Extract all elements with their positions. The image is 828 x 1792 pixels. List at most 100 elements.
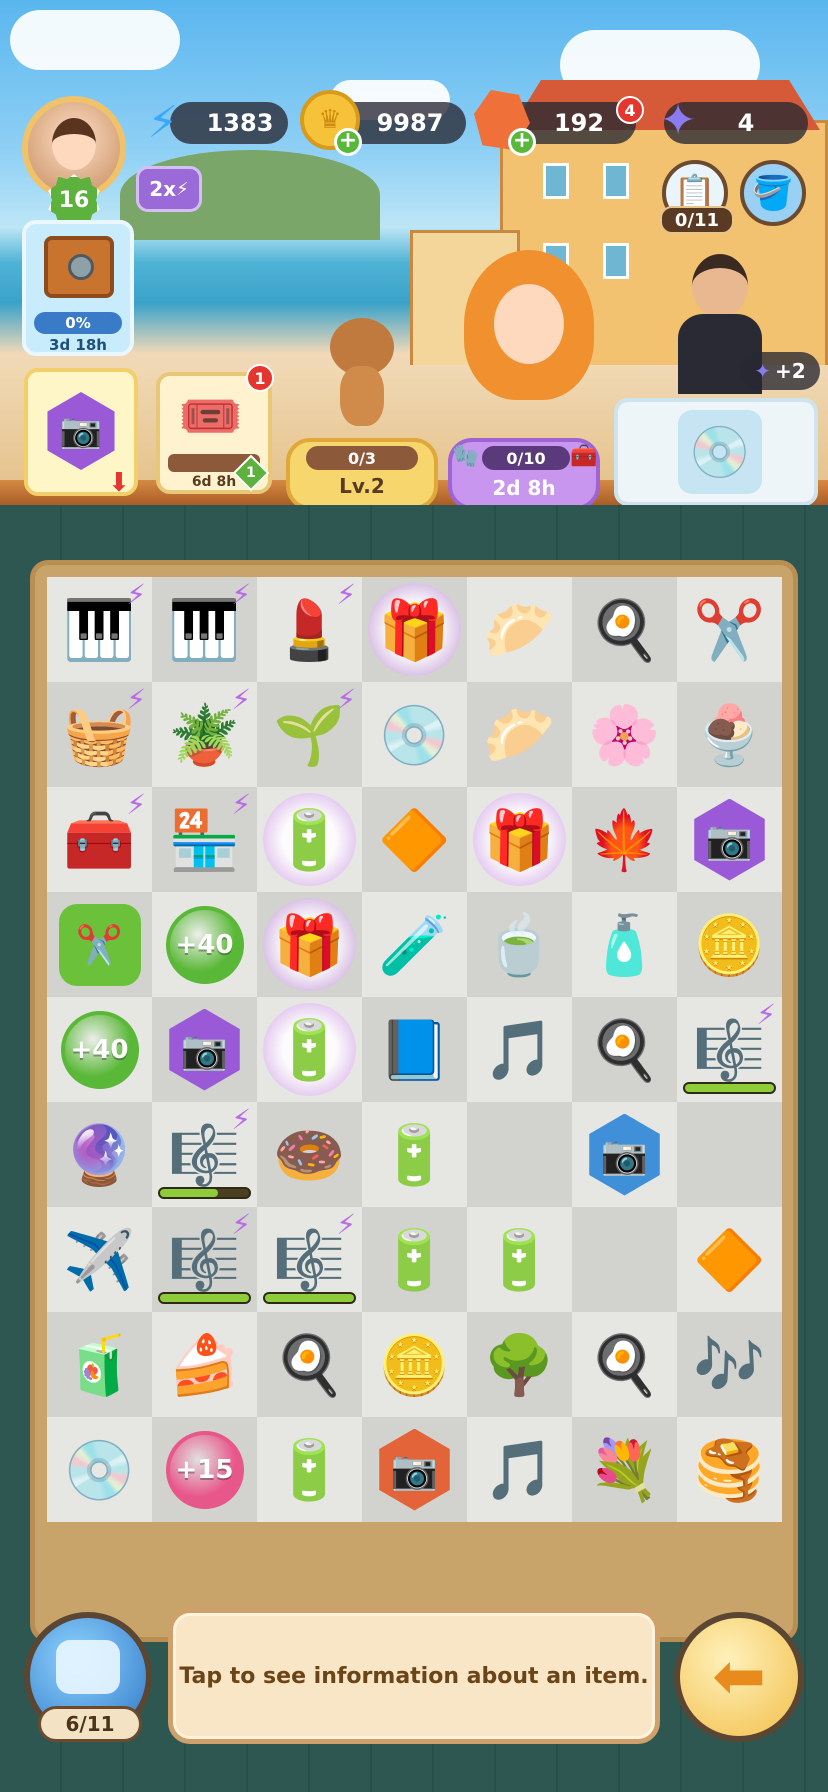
board-cell[interactable]: 🔶 bbox=[677, 1207, 782, 1312]
board-cell[interactable]: 🎁 bbox=[467, 787, 572, 892]
board-cell[interactable]: 🪙 bbox=[362, 1312, 467, 1417]
board-cell[interactable]: 🌸 bbox=[572, 682, 677, 787]
gloves-icon: 🧤 bbox=[452, 444, 480, 469]
board-cell[interactable]: 🧺 ⚡ bbox=[47, 682, 152, 787]
board-cell[interactable] bbox=[677, 1102, 782, 1207]
board-cell[interactable]: 🧪 bbox=[362, 892, 467, 997]
generator-bolt-icon: ⚡ bbox=[231, 578, 251, 611]
board-cell[interactable]: 🍳 bbox=[572, 1312, 677, 1417]
board-cell[interactable]: ✈️ bbox=[47, 1207, 152, 1312]
board-cell[interactable]: 🧃 bbox=[47, 1312, 152, 1417]
energy-boost-button[interactable]: 2x ⚡ bbox=[136, 166, 202, 212]
board-cell[interactable]: 🥞 bbox=[677, 1417, 782, 1522]
inventory-count: 6/11 bbox=[38, 1706, 142, 1742]
board-cell[interactable]: 🎶 bbox=[677, 1312, 782, 1417]
add-coins-button[interactable]: + bbox=[334, 128, 362, 156]
board-cell[interactable]: ✂️ bbox=[677, 577, 782, 682]
board-cell[interactable]: +40 bbox=[152, 892, 257, 997]
board-cell[interactable]: 🍁 bbox=[572, 787, 677, 892]
board-cell[interactable]: 🌱 ⚡ bbox=[257, 682, 362, 787]
board-cell[interactable]: 🎼 ⚡ bbox=[152, 1102, 257, 1207]
board-cell[interactable]: 💄 ⚡ bbox=[257, 577, 362, 682]
board-cell[interactable]: 📷 bbox=[362, 1417, 467, 1522]
girl-character[interactable] bbox=[454, 250, 604, 440]
board-cell[interactable]: +40 bbox=[47, 997, 152, 1102]
charge-progress-bar bbox=[158, 1292, 251, 1304]
board-cell[interactable]: 🍳 bbox=[572, 577, 677, 682]
board-cell[interactable]: 🔋 bbox=[467, 1207, 572, 1312]
board-cell[interactable]: 🔋 bbox=[257, 997, 362, 1102]
board-cell[interactable]: 🔋 bbox=[362, 1102, 467, 1207]
board-cell[interactable]: 🍳 bbox=[257, 1312, 362, 1417]
board-cell[interactable]: 🎁 bbox=[257, 892, 362, 997]
bonus-orb: +40 bbox=[165, 905, 244, 984]
merge-item-icon: 🎼 bbox=[273, 1225, 346, 1294]
item-info-panel[interactable]: Tap to see information about an item. bbox=[168, 1608, 660, 1744]
gem-value: 192 bbox=[553, 109, 605, 137]
board-cell[interactable]: 💐 bbox=[572, 1417, 677, 1522]
task-progress-pill: 0/11 bbox=[660, 206, 734, 234]
coin-value: 9987 bbox=[376, 109, 444, 137]
board-cell[interactable]: 💿 bbox=[47, 1417, 152, 1522]
board-cell[interactable]: 🥟 bbox=[467, 682, 572, 787]
chest-icon: 🧰 bbox=[570, 444, 598, 469]
board-cell[interactable]: 📘 bbox=[362, 997, 467, 1102]
board-cell[interactable] bbox=[572, 1207, 677, 1312]
board-cell[interactable]: 🍩 bbox=[257, 1102, 362, 1207]
board-cell[interactable]: 🎹 ⚡ bbox=[47, 577, 152, 682]
board-cell[interactable]: 📷 bbox=[152, 997, 257, 1102]
board-cell[interactable]: 🍵 bbox=[467, 892, 572, 997]
board-cell[interactable]: 🎵 bbox=[467, 997, 572, 1102]
merge-item-icon: 🌸 bbox=[588, 700, 661, 769]
board-cell[interactable]: 🎼 ⚡ bbox=[152, 1207, 257, 1312]
generator-bolt-icon: ⚡ bbox=[231, 1208, 251, 1241]
merge-item-icon: 🥞 bbox=[693, 1435, 766, 1504]
board-cell[interactable]: 📷 bbox=[677, 787, 782, 892]
board-cell[interactable]: 🎁 bbox=[362, 577, 467, 682]
board-cell[interactable]: 🔋 bbox=[257, 787, 362, 892]
board-cell[interactable]: 📷 bbox=[572, 1102, 677, 1207]
decorate-button[interactable]: 🪣 bbox=[740, 160, 806, 226]
board-cell[interactable]: +15 bbox=[152, 1417, 257, 1522]
safe-icon bbox=[44, 236, 114, 298]
merge-item-icon: 🍨 bbox=[693, 700, 766, 769]
board-cell[interactable]: 🔮 bbox=[47, 1102, 152, 1207]
board-cell[interactable]: 🧰 ⚡ bbox=[47, 787, 152, 892]
board-cell[interactable]: 🧴 bbox=[572, 892, 677, 997]
dog-character[interactable] bbox=[312, 318, 412, 428]
ticket-notification-badge: 1 bbox=[246, 364, 274, 392]
board-cell[interactable]: 🏪 ⚡ bbox=[152, 787, 257, 892]
board-cell[interactable]: 🎼 ⚡ bbox=[257, 1207, 362, 1312]
board-cell[interactable]: 🔋 bbox=[362, 1207, 467, 1312]
board-cell[interactable]: 🔋 bbox=[257, 1417, 362, 1522]
back-button[interactable]: ⬅ bbox=[674, 1612, 804, 1742]
board-cell[interactable]: 🥟 bbox=[467, 577, 572, 682]
board-cell[interactable]: ✂️ bbox=[47, 892, 152, 997]
girl-order-card[interactable]: 0/10 🧤 🧰 2d 8h bbox=[448, 438, 600, 510]
merge-item-icon: 🔋 bbox=[483, 1225, 556, 1294]
board-cell[interactable]: 🍨 bbox=[677, 682, 782, 787]
board-cell[interactable]: 🎵 bbox=[467, 1417, 572, 1522]
board-cell[interactable]: 💿 bbox=[362, 682, 467, 787]
board-cell[interactable]: 🎼 ⚡ bbox=[677, 997, 782, 1102]
board-cell[interactable]: 🍰 bbox=[152, 1312, 257, 1417]
add-gems-button[interactable]: + bbox=[508, 128, 536, 156]
merge-item-icon: 🎹 bbox=[63, 595, 136, 664]
board-cell[interactable]: 🔶 bbox=[362, 787, 467, 892]
merge-item-icon: 🎶 bbox=[693, 1330, 766, 1399]
board-cell[interactable]: 🌳 bbox=[467, 1312, 572, 1417]
record-order-card[interactable]: 💿 bbox=[614, 398, 818, 506]
item-info-text: Tap to see information about an item. bbox=[179, 1663, 649, 1689]
generator-bolt-icon: ⚡ bbox=[336, 683, 356, 716]
vault-card[interactable]: 0% 3d 18h bbox=[22, 220, 134, 356]
merge-item-icon: 🎁 bbox=[378, 595, 451, 664]
board-cell[interactable]: 🪙 bbox=[677, 892, 782, 997]
board-cell[interactable]: 🪴 ⚡ bbox=[152, 682, 257, 787]
board-cell[interactable] bbox=[467, 1102, 572, 1207]
board-cell[interactable]: 🍳 bbox=[572, 997, 677, 1102]
girl-progress: 0/10 bbox=[482, 446, 570, 470]
dog-order-card[interactable]: 0/3 Lv.2 bbox=[286, 438, 438, 510]
generator-bolt-icon: ⚡ bbox=[756, 998, 776, 1031]
camera-order-card[interactable]: 📷 ⬇ bbox=[24, 368, 138, 498]
board-cell[interactable]: 🎹 ⚡ bbox=[152, 577, 257, 682]
